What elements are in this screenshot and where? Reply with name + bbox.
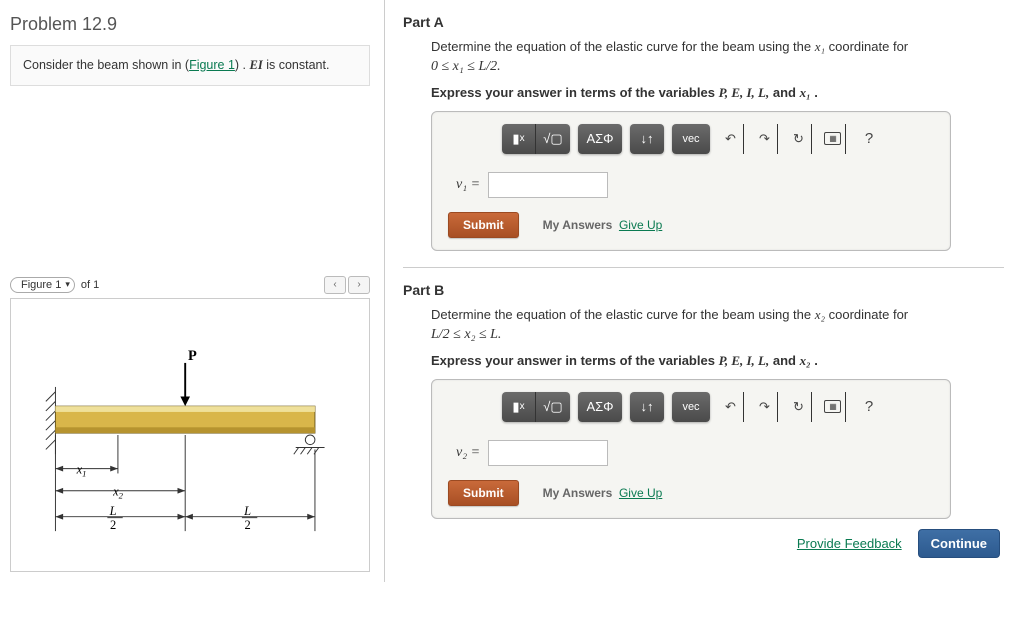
keyboard-button[interactable]: ▦ — [820, 392, 846, 422]
svg-text:2: 2 — [110, 518, 116, 532]
part-a-hint: Express your answer in terms of the vari… — [431, 85, 1004, 101]
reset-button[interactable]: ↻ — [786, 124, 812, 154]
my-answers-label-a: My Answers — [543, 218, 613, 232]
help-button[interactable]: ? — [858, 128, 880, 150]
template-button[interactable]: ▮x — [502, 392, 536, 422]
part-b-range: L/2 ≤ x₂ ≤ L. — [431, 327, 1004, 343]
subscript-button[interactable]: ↓↑ — [630, 124, 664, 154]
greek-button[interactable]: ΑΣΦ — [578, 124, 622, 154]
part-b-submit-button[interactable]: Submit — [448, 480, 519, 506]
part-b-answer-box: ▮x √▢ ΑΣΦ ↓↑ vec ↶ ↷ — [431, 379, 951, 519]
sqrt-button[interactable]: √▢ — [536, 392, 570, 422]
sqrt-button[interactable]: √▢ — [536, 124, 570, 154]
reset-button[interactable]: ↻ — [786, 392, 812, 422]
part-b-eq-lhs: v₂ = — [456, 445, 480, 461]
ei-symbol: EI — [250, 58, 263, 72]
problem-prompt: Consider the beam shown in (Figure 1) . … — [10, 45, 370, 86]
template-icon: ▮ — [512, 131, 519, 147]
part-a-range: 0 ≤ x₁ ≤ L/2. — [431, 59, 1004, 75]
footer: Provide Feedback Continue — [403, 529, 1004, 558]
part-a-submit-button[interactable]: Submit — [448, 212, 519, 238]
provide-feedback-link[interactable]: Provide Feedback — [797, 536, 902, 551]
figure-selector-bar: Figure 1 ▾ of 1 ‹ › — [10, 276, 370, 294]
prompt-text-2: ) . — [235, 58, 250, 72]
part-b: Part B Determine the equation of the ela… — [403, 282, 1004, 519]
redo-button[interactable]: ↷ — [752, 392, 778, 422]
part-b-hint: Express your answer in terms of the vari… — [431, 353, 1004, 369]
figure-link[interactable]: Figure 1 — [189, 58, 235, 72]
template-button[interactable]: ▮x — [502, 124, 536, 154]
subscript-button[interactable]: ↓↑ — [630, 392, 664, 422]
divider — [403, 267, 1004, 268]
part-b-title: Part B — [403, 282, 1004, 298]
figure-select[interactable]: Figure 1 ▾ — [10, 277, 75, 293]
svg-text:P: P — [188, 348, 197, 364]
equation-toolbar-a: ▮x √▢ ΑΣΦ ↓↑ vec ↶ ↷ — [448, 124, 934, 154]
svg-text:x1: x1 — [76, 462, 87, 478]
figure-next-button[interactable]: › — [348, 276, 370, 294]
svg-text:L: L — [243, 504, 251, 518]
svg-text:2: 2 — [245, 518, 251, 532]
equation-toolbar-b: ▮x √▢ ΑΣΦ ↓↑ vec ↶ ↷ — [448, 392, 934, 422]
part-a-desc: Determine the equation of the elastic cu… — [431, 38, 1004, 57]
figure-prev-button[interactable]: ‹ — [324, 276, 346, 294]
template-icon: ▮ — [512, 399, 519, 415]
figure-select-label: Figure 1 — [21, 279, 61, 291]
part-b-answer-input[interactable] — [488, 440, 608, 466]
undo-button[interactable]: ↶ — [718, 124, 744, 154]
undo-button[interactable]: ↶ — [718, 392, 744, 422]
figure-of-text: of 1 — [81, 279, 99, 291]
part-a-answer-box: ▮x √▢ ΑΣΦ ↓↑ vec ↶ ↷ — [431, 111, 951, 251]
vec-button[interactable]: vec — [672, 392, 710, 422]
give-up-link-a[interactable]: Give Up — [619, 218, 662, 232]
keyboard-button[interactable]: ▦ — [820, 124, 846, 154]
help-button[interactable]: ? — [858, 396, 880, 418]
prompt-text-3: is constant. — [263, 58, 330, 72]
give-up-link-b[interactable]: Give Up — [619, 486, 662, 500]
figure-panel: P x1 — [10, 298, 370, 572]
beam-diagram: P x1 — [17, 305, 363, 565]
part-a: Part A Determine the equation of the ela… — [403, 14, 1004, 251]
prompt-text-1: Consider the beam shown in ( — [23, 58, 189, 72]
greek-button[interactable]: ΑΣΦ — [578, 392, 622, 422]
keyboard-icon: ▦ — [824, 400, 841, 413]
svg-text:L: L — [109, 504, 117, 518]
my-answers-label-b: My Answers — [543, 486, 613, 500]
keyboard-icon: ▦ — [824, 132, 841, 145]
svg-text:x2: x2 — [112, 484, 124, 500]
dropdown-icon: ▾ — [65, 279, 70, 290]
part-a-title: Part A — [403, 14, 1004, 30]
part-b-desc: Determine the equation of the elastic cu… — [431, 306, 1004, 325]
problem-title: Problem 12.9 — [10, 14, 370, 35]
part-a-answer-input[interactable] — [488, 172, 608, 198]
continue-button[interactable]: Continue — [918, 529, 1000, 558]
vec-button[interactable]: vec — [672, 124, 710, 154]
redo-button[interactable]: ↷ — [752, 124, 778, 154]
part-a-eq-lhs: v₁ = — [456, 177, 480, 193]
